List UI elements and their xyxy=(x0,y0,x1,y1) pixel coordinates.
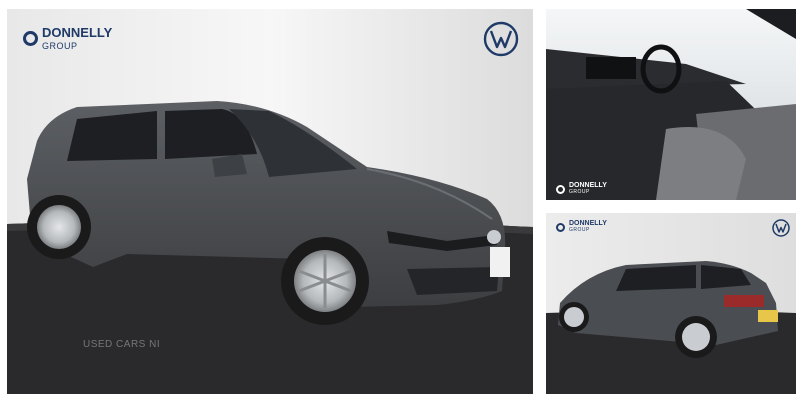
car-rear-three-quarter-image xyxy=(546,213,796,394)
side-photo-exterior-rear[interactable]: DONNELLY GROUP xyxy=(546,213,796,394)
vw-logo-icon xyxy=(483,21,519,57)
side-photo-interior[interactable]: DONNELLY GROUP xyxy=(546,9,796,200)
dealer-sub: GROUP xyxy=(569,227,590,234)
car-front-three-quarter-image xyxy=(7,9,533,394)
dealer-name: DONNELLY xyxy=(42,25,113,40)
dealer-o-mark-icon xyxy=(23,31,38,47)
dealer-logo-small: DONNELLY GROUP xyxy=(556,220,607,234)
main-photo-exterior-front[interactable]: DONNELLY GROUP USED CARS NI xyxy=(7,9,533,394)
watermark: USED CARS NI xyxy=(83,339,161,350)
dealer-name: DONNELLY xyxy=(569,220,607,227)
dealer-logo-small: DONNELLY GROUP xyxy=(556,182,607,196)
dealer-logo: DONNELLY GROUP xyxy=(23,25,113,51)
car-interior-image xyxy=(546,9,796,200)
dealer-name: DONNELLY xyxy=(569,182,607,189)
vw-logo-icon xyxy=(772,219,790,237)
dealer-sub: GROUP xyxy=(42,40,78,51)
dealer-o-mark-icon xyxy=(556,222,565,232)
dealer-sub: GROUP xyxy=(569,189,590,196)
dealer-o-mark-icon xyxy=(556,184,565,194)
